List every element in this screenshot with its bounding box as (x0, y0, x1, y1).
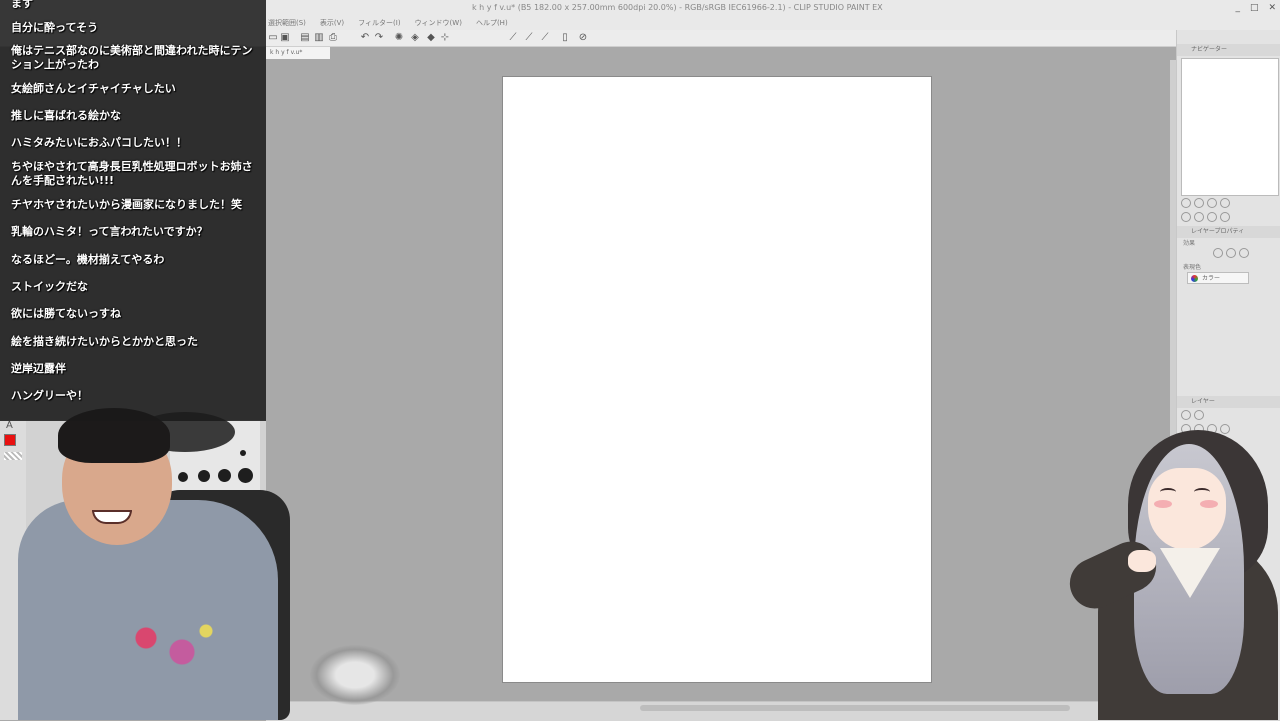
flip-icon (1220, 212, 1230, 222)
chat-message: 自分に酔ってそう (11, 21, 99, 34)
folder-icon[interactable]: ▥ (314, 33, 324, 43)
horizontal-scrollbar[interactable] (640, 705, 1070, 711)
avatar-eye (1160, 488, 1176, 496)
chat-message: チヤホヤされたいから漫画家になりました！笑 (11, 198, 242, 211)
open-icon[interactable]: ▣ (280, 33, 290, 43)
device-icon[interactable]: ▯ (560, 33, 570, 43)
menu-selection[interactable]: 選択範囲(S) (268, 16, 306, 30)
chat-message: ちやほやされて高身長巨乳性処理ロボットお姉さんを手配されたい!!! (11, 160, 253, 187)
menu-window[interactable]: ウィンドウ(W) (415, 16, 462, 30)
redo-icon[interactable]: ↷ (374, 33, 384, 43)
rotate-icon (1220, 198, 1230, 208)
chat-message: 逆岸辺露伴 (11, 362, 66, 375)
navigator-preview[interactable] (1181, 58, 1279, 196)
document-tab-label: k h y f v.u* (270, 49, 303, 56)
window-title: k h y f v.u* (B5 182.00 x 257.00mm 600dp… (472, 3, 883, 12)
loading-icon[interactable]: ✺ (394, 33, 404, 43)
color-wheel-icon (1191, 275, 1198, 282)
chat-message: ストイックだな (11, 280, 88, 293)
navigator-header[interactable]: ナビゲーター (1177, 44, 1280, 56)
avatar-blush (1200, 500, 1218, 508)
expression-color-label: 表現色 (1183, 264, 1202, 271)
sweater-print (110, 610, 230, 680)
rotation-controls[interactable] (1181, 212, 1230, 222)
new-icon[interactable]: ▭ (268, 33, 278, 43)
color-icon (1239, 248, 1249, 258)
effect-buttons[interactable] (1213, 248, 1249, 258)
color-select-value: カラー (1202, 275, 1221, 282)
menu-view[interactable]: 表示(V) (320, 16, 344, 30)
paint-bucket-icon[interactable]: ◆ (426, 33, 436, 43)
chat-message: 女絵師さんとイチャイチャしたい (11, 82, 176, 95)
zoom-in-icon (1194, 198, 1204, 208)
avatar-hand (1128, 550, 1156, 572)
rotate-right-icon (1194, 212, 1204, 222)
save-icon[interactable]: ▤ (300, 33, 310, 43)
link-icon[interactable]: ⊘ (578, 33, 588, 43)
navigator-controls[interactable] (1181, 198, 1230, 208)
avatar-face (1148, 468, 1226, 550)
reset-icon (1207, 212, 1217, 222)
chat-message: ハングリーや！ (11, 389, 88, 402)
undo-icon[interactable]: ↶ (360, 33, 370, 43)
layer-property-header[interactable]: レイヤープロパティ (1177, 226, 1280, 238)
expression-color-select[interactable]: カラー (1187, 272, 1249, 284)
mouse-device (310, 645, 400, 705)
fill-icon[interactable]: ◈ (410, 33, 420, 43)
transform-icon[interactable]: ⊹ (440, 33, 450, 43)
tone-icon (1226, 248, 1236, 258)
chat-message: なるほどー。機材揃えてやるわ (11, 253, 165, 266)
window-controls: _ □ ✕ (1235, 0, 1276, 16)
snap-grid-icon[interactable]: ⟋ (540, 33, 550, 43)
print-icon[interactable]: ⎙ (328, 33, 338, 43)
chat-message: ます (11, 0, 33, 10)
document-tab[interactable]: k h y f v.u* (266, 47, 330, 59)
minimize-button[interactable]: _ (1235, 0, 1240, 16)
close-button[interactable]: ✕ (1268, 0, 1276, 16)
menu-help[interactable]: ヘルプ(H) (476, 16, 508, 30)
zoom-out-icon (1181, 198, 1191, 208)
chat-message: ハミタみたいにおふパコしたい！！ (11, 136, 187, 149)
fit-icon (1207, 198, 1217, 208)
chat-message: 乳輪のハミタ！って言われたいですか？ (11, 225, 208, 238)
menu-filter[interactable]: フィルター(I) (358, 16, 400, 30)
maximize-button[interactable]: □ (1250, 0, 1259, 16)
rotate-left-icon (1181, 212, 1191, 222)
border-effect-icon (1213, 248, 1223, 258)
avatar-eye (1194, 488, 1210, 496)
chat-message: 欲には勝てないっすね (11, 307, 121, 320)
opacity-icon (1194, 410, 1204, 420)
chat-message: 俺はテニス部なのに美術部と間違われた時にテンション上がったわ (11, 44, 253, 71)
ruler-icon[interactable]: ⟋ (508, 33, 518, 43)
chat-message: 絵を描き続けたいからとかかと思った (11, 335, 198, 348)
chat-overlay: ます 自分に酔ってそう 俺はテニス部なのに美術部と間違われた時にテンション上がっ… (0, 0, 266, 421)
vtuber-avatar (1061, 430, 1280, 720)
webcam-overlay (0, 400, 300, 720)
canvas-page[interactable] (502, 76, 932, 683)
blend-mode-icon (1181, 410, 1191, 420)
effect-label: 効果 (1183, 240, 1196, 247)
layer-blend-row[interactable] (1181, 410, 1204, 420)
avatar-blush (1154, 500, 1172, 508)
snap-ruler-icon[interactable]: ⟋ (524, 33, 534, 43)
layer-header[interactable]: レイヤー (1177, 396, 1280, 408)
chat-message: 推しに喜ばれる絵かな (11, 109, 121, 122)
